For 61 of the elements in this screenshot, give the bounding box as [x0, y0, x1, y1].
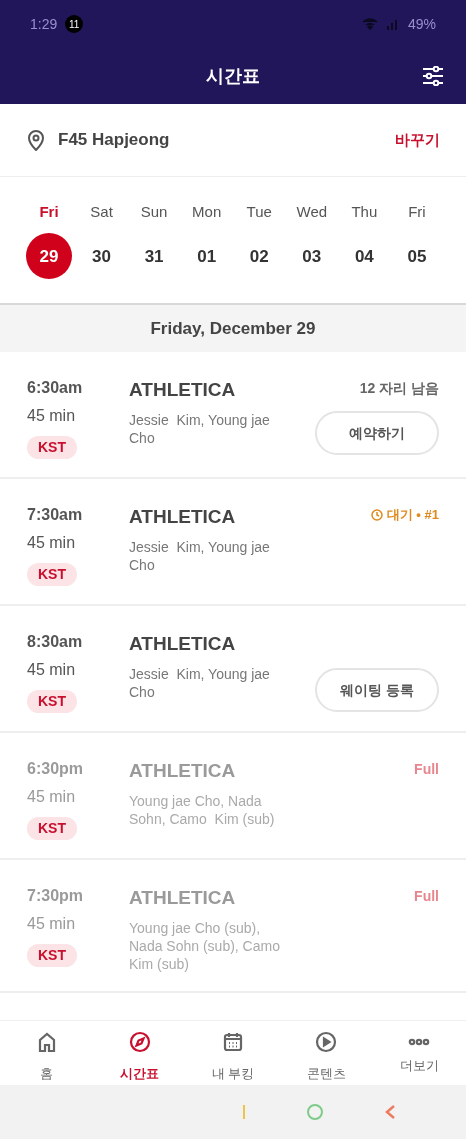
battery-percent: 49% — [407, 14, 436, 34]
class-duration: 45 min — [27, 787, 76, 807]
class-time: 7:30am — [27, 505, 83, 525]
compass-icon — [127, 1030, 152, 1055]
nav-tab[interactable]: 더보기 — [372, 1021, 466, 1085]
nav-tab[interactable]: 내 부킹 — [186, 1021, 280, 1085]
class-duration: 45 min — [27, 914, 76, 934]
notification-badge: 11 — [65, 15, 84, 33]
class-duration: 45 min — [27, 660, 76, 680]
day-tab[interactable]: Mon 01 — [183, 200, 230, 280]
nav-tab[interactable]: 시간표 — [93, 1021, 187, 1085]
day-tab[interactable]: Tue 02 — [236, 200, 283, 280]
home-circle-icon[interactable] — [306, 1103, 324, 1121]
status-time: 1:29 — [30, 14, 58, 34]
location-name: F45 Hapjeong — [58, 129, 170, 152]
nav-tab[interactable]: 콘텐츠 — [279, 1021, 373, 1085]
day-tab[interactable]: Sat 30 — [78, 200, 125, 280]
signal-icon — [385, 18, 400, 30]
day-tab[interactable]: Wed 03 — [288, 200, 335, 280]
class-time: 6:30am — [27, 378, 83, 398]
class-time: 7:30pm — [27, 886, 84, 906]
location-pin-icon — [26, 129, 46, 151]
day-tab[interactable]: Sun 31 — [131, 200, 178, 280]
class-duration: 45 min — [27, 533, 76, 553]
date-heading: Friday, December 29 — [0, 305, 466, 352]
coach-names: Jessie Kim, Young jae Cho — [129, 410, 271, 447]
coach-names: Young jae Cho, Nada Sohn, Camo Kim (sub) — [129, 791, 276, 828]
day-tab[interactable]: Thu 04 — [341, 200, 388, 280]
class-name: ATHLETICA — [129, 886, 237, 910]
clock-icon — [370, 508, 383, 521]
filter-icon[interactable] — [422, 66, 444, 86]
class-name: ATHLETICA — [129, 759, 237, 783]
nav-tab[interactable]: 홈 — [0, 1021, 94, 1085]
book-button[interactable]: 예약하기 — [315, 411, 439, 455]
back-icon[interactable] — [384, 1104, 396, 1120]
waitlist-button[interactable]: 웨이팅 등록 — [315, 668, 439, 712]
class-name: ATHLETICA — [129, 378, 237, 402]
class-time: 6:30pm — [27, 759, 84, 779]
timezone-badge: KST — [27, 944, 77, 967]
timezone-badge: KST — [27, 817, 77, 840]
wifi-icon — [361, 18, 378, 30]
full-status: Full — [414, 887, 439, 906]
change-location-link[interactable]: 바꾸기 — [395, 128, 440, 152]
day-tab[interactable]: Fri 05 — [393, 200, 440, 280]
more-icon — [407, 1038, 432, 1047]
class-time: 8:30am — [27, 632, 83, 652]
timezone-badge: KST — [27, 436, 77, 459]
screen-title: 시간표 — [206, 64, 260, 88]
class-duration: 45 min — [27, 406, 76, 426]
coach-names: Young jae Cho (sub), Nada Sohn (sub), Camo Kim (sub) — [129, 918, 281, 973]
timezone-badge: KST — [27, 563, 77, 586]
full-status: Full — [414, 760, 439, 779]
recent-apps-icon[interactable] — [242, 1104, 246, 1120]
coach-names: Jessie Kim, Young jae Cho — [129, 537, 271, 574]
timezone-badge: KST — [27, 690, 77, 713]
class-name: ATHLETICA — [129, 505, 237, 529]
play-icon — [314, 1030, 339, 1055]
class-name: ATHLETICA — [129, 632, 237, 656]
seats-left: 12 자리 남음 — [359, 379, 439, 398]
waitlist-status: 대기 • #1 — [386, 506, 439, 524]
coach-names: Jessie Kim, Young jae Cho — [129, 664, 271, 701]
